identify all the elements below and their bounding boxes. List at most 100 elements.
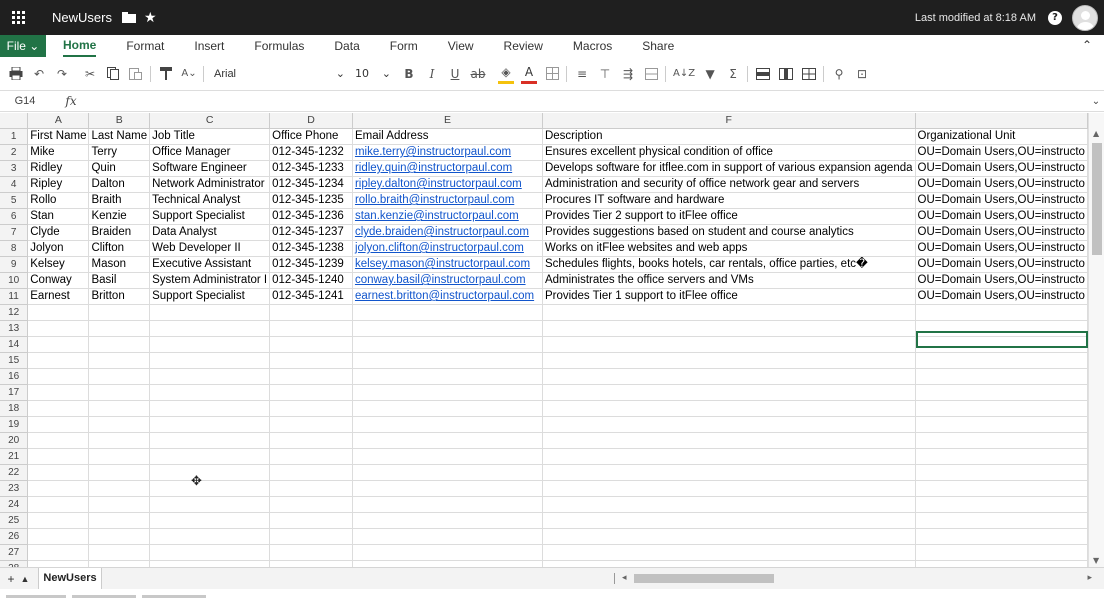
cell[interactable]: ridley.quin@instructorpaul.com [352, 160, 543, 177]
clear-format-icon[interactable]: A⌄ [181, 64, 197, 84]
cell[interactable] [269, 304, 353, 321]
tab-formulas[interactable]: Formulas [254, 35, 304, 57]
tab-format[interactable]: Format [126, 35, 164, 57]
cell[interactable]: Provides suggestions based on student an… [542, 224, 916, 241]
cell[interactable] [542, 352, 916, 369]
cell[interactable] [915, 432, 1088, 449]
column-header[interactable]: C [149, 113, 271, 129]
cell[interactable] [88, 528, 151, 545]
cell[interactable] [542, 544, 916, 561]
row-header[interactable]: 6 [0, 208, 29, 225]
cell[interactable] [352, 496, 543, 513]
row-header[interactable]: 13 [0, 320, 29, 337]
cell[interactable] [542, 448, 916, 465]
cell[interactable]: Schedules flights, books hotels, car ren… [542, 256, 916, 273]
cell[interactable] [915, 528, 1088, 545]
vertical-scroll-thumb[interactable] [1092, 143, 1102, 255]
strikethrough-icon[interactable]: ab [470, 64, 486, 84]
cells-table[interactable]: A B C D E F 1 First Name Last Name Job Title Offic… [0, 113, 1088, 567]
cell[interactable] [915, 496, 1088, 513]
star-icon[interactable]: ★ [144, 10, 157, 26]
cell[interactable]: Provides Tier 1 support to itFlee office [542, 288, 916, 305]
cell[interactable] [88, 352, 151, 369]
cell[interactable] [542, 320, 916, 337]
cell[interactable] [269, 528, 353, 545]
cell[interactable] [88, 448, 151, 465]
cell[interactable] [27, 336, 90, 353]
cell[interactable] [27, 416, 90, 433]
cell[interactable]: Network Administrator [149, 176, 271, 193]
underline-icon[interactable]: U [447, 64, 463, 84]
cell[interactable]: Dalton [88, 176, 151, 193]
cell[interactable] [27, 432, 90, 449]
cell[interactable] [27, 304, 90, 321]
row-header[interactable]: 21 [0, 448, 29, 465]
tab-review[interactable]: Review [504, 35, 543, 57]
help-icon[interactable]: ? [1048, 10, 1062, 25]
cell[interactable] [149, 448, 271, 465]
cell[interactable] [269, 400, 353, 417]
bold-icon[interactable]: B [401, 64, 417, 84]
row-header[interactable]: 8 [0, 240, 29, 257]
cell[interactable] [352, 416, 543, 433]
row-header[interactable]: 16 [0, 368, 29, 385]
cell[interactable]: 012-345-1238 [269, 240, 353, 257]
cell[interactable]: Conway [27, 272, 90, 289]
cell[interactable]: Works on itFlee websites and web apps [542, 240, 916, 257]
cell[interactable]: Mason [88, 256, 151, 273]
cell-reference-box[interactable]: G14 [0, 95, 50, 107]
cell[interactable]: conway.basil@instructorpaul.com [352, 272, 543, 289]
sheet-tab-newusers[interactable]: NewUsers [38, 567, 102, 590]
copy-icon[interactable] [105, 64, 121, 84]
cell[interactable] [915, 384, 1088, 401]
cell[interactable] [542, 416, 916, 433]
cell[interactable] [269, 416, 353, 433]
cell[interactable] [149, 368, 271, 385]
tab-form[interactable]: Form [390, 35, 418, 57]
cell[interactable]: Britton [88, 288, 151, 305]
tab-home[interactable]: Home [63, 35, 97, 57]
cell[interactable] [149, 496, 271, 513]
cell[interactable]: Ripley [27, 176, 90, 193]
row-header[interactable]: 12 [0, 304, 29, 321]
fill-color-icon[interactable]: ◈ [498, 64, 514, 84]
file-menu-button[interactable]: File ⌄ [0, 35, 46, 57]
sort-icon[interactable]: A↓Z [673, 64, 695, 84]
cell[interactable] [27, 480, 90, 497]
cell[interactable]: OU=Domain Users,OU=instructo [915, 192, 1088, 209]
insert-column-icon[interactable] [778, 64, 794, 84]
cell[interactable] [88, 368, 151, 385]
cell[interactable] [149, 512, 271, 529]
cell[interactable] [149, 352, 271, 369]
cell[interactable]: Job Title [149, 128, 271, 145]
cell[interactable] [915, 368, 1088, 385]
cell[interactable] [542, 368, 916, 385]
cell[interactable] [352, 544, 543, 561]
cell[interactable]: OU=Domain Users,OU=instructo [915, 256, 1088, 273]
sum-icon[interactable]: Σ [725, 64, 741, 84]
cell[interactable]: Clyde [27, 224, 90, 241]
cell[interactable] [149, 464, 271, 481]
cell[interactable]: Rollo [27, 192, 90, 209]
column-header[interactable]: F [542, 113, 916, 129]
cell[interactable] [269, 432, 353, 449]
merge-cells-icon[interactable] [643, 64, 659, 84]
row-header[interactable]: 19 [0, 416, 29, 433]
cell[interactable]: Support Specialist [149, 288, 271, 305]
tab-data[interactable]: Data [334, 35, 359, 57]
cell[interactable] [915, 512, 1088, 529]
cell[interactable] [542, 480, 916, 497]
row-header[interactable]: 11 [0, 288, 29, 305]
find-icon[interactable]: ⚲ [831, 64, 847, 84]
cell[interactable]: Description [542, 128, 916, 145]
redo-icon[interactable]: ↷ [54, 64, 70, 84]
cell[interactable] [269, 512, 353, 529]
cell[interactable]: mike.terry@instructorpaul.com [352, 144, 543, 161]
font-family-select[interactable]: Arial ⌄ [214, 64, 349, 84]
function-icon[interactable]: fx [50, 94, 92, 108]
cell[interactable]: 012-345-1237 [269, 224, 353, 241]
cell[interactable] [269, 352, 353, 369]
cell[interactable]: 012-345-1239 [269, 256, 353, 273]
tab-macros[interactable]: Macros [573, 35, 612, 57]
row-header[interactable]: 2 [0, 144, 29, 161]
